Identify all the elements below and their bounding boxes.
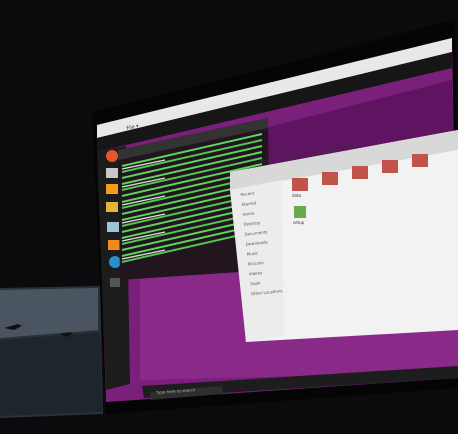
photo-scene xyxy=(0,0,458,434)
software-icon xyxy=(106,202,118,212)
terminal-icon xyxy=(106,184,118,194)
files-icon xyxy=(106,168,118,178)
apps-icon xyxy=(110,278,120,287)
storm-sky xyxy=(0,288,98,338)
help-icon xyxy=(107,222,119,232)
firefox-icon xyxy=(106,150,118,162)
storm-ground xyxy=(0,332,102,416)
file-icon xyxy=(294,206,306,218)
folder-label: data xyxy=(292,193,302,198)
folder-icon xyxy=(352,166,368,179)
file-label: setup xyxy=(293,220,305,225)
folder-icon xyxy=(382,160,398,173)
folder-icon xyxy=(292,178,308,191)
path-segment[interactable]: tut xyxy=(309,150,317,157)
folder-icon xyxy=(322,172,338,185)
amazon-icon xyxy=(108,240,120,250)
folder-icon xyxy=(412,154,428,167)
settings-icon xyxy=(109,256,121,268)
